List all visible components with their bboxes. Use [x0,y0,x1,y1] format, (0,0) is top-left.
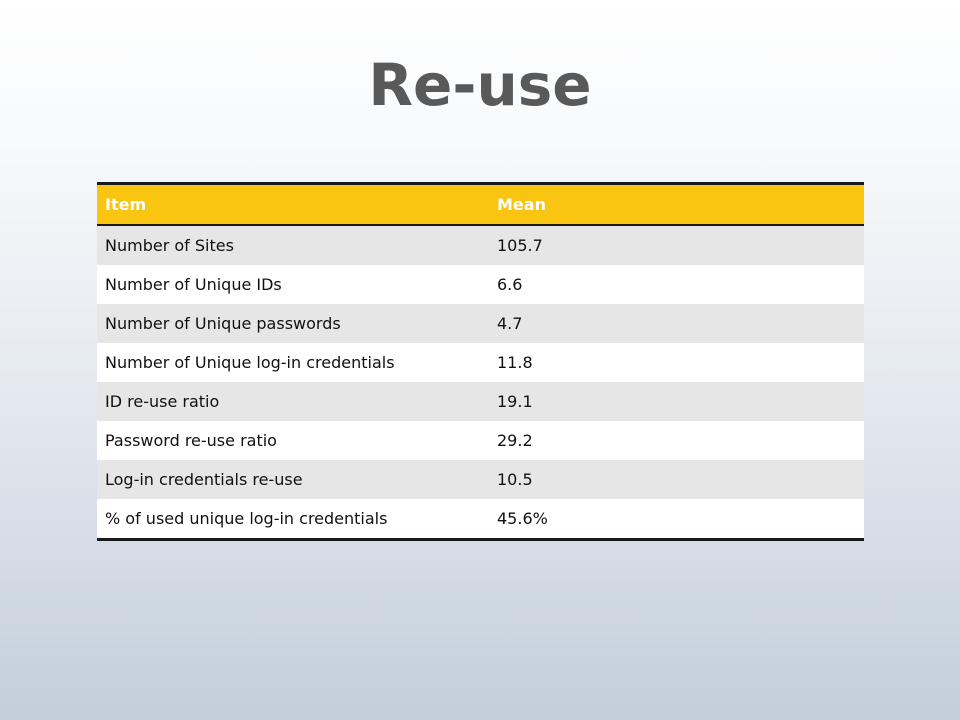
row-item-cell: % of used unique log-in credentials [97,499,489,540]
row-item-cell: Number of Sites [97,225,489,265]
slide-title: Re-use [368,51,592,119]
table-header-row: Item Mean [97,183,864,226]
row-item-cell: Number of Unique IDs [97,265,489,304]
table-row: Number of Unique log-in credentials 11.8 [97,343,864,382]
table-row: Log-in credentials re-use 10.5 [97,460,864,499]
row-mean-cell: 19.1 [489,382,864,421]
table-row: Number of Unique passwords 4.7 [97,304,864,343]
row-item-cell: Number of Unique passwords [97,304,489,343]
column-header-mean: Mean [489,183,864,226]
data-table: Item Mean Number of Sites 105.7 Number o… [97,182,864,541]
row-mean-cell: 11.8 [489,343,864,382]
row-item-cell: Number of Unique log-in credentials [97,343,489,382]
row-mean-cell: 4.7 [489,304,864,343]
row-mean-cell: 10.5 [489,460,864,499]
table-row: Number of Unique IDs 6.6 [97,265,864,304]
table-row: Password re-use ratio 29.2 [97,421,864,460]
row-item-cell: Password re-use ratio [97,421,489,460]
row-mean-cell: 45.6% [489,499,864,540]
table-row: % of used unique log-in credentials 45.6… [97,499,864,540]
row-item-cell: Log-in credentials re-use [97,460,489,499]
table-row: ID re-use ratio 19.1 [97,382,864,421]
row-mean-cell: 105.7 [489,225,864,265]
table-row: Number of Sites 105.7 [97,225,864,265]
row-item-cell: ID re-use ratio [97,382,489,421]
row-mean-cell: 6.6 [489,265,864,304]
column-header-item: Item [97,183,489,226]
row-mean-cell: 29.2 [489,421,864,460]
